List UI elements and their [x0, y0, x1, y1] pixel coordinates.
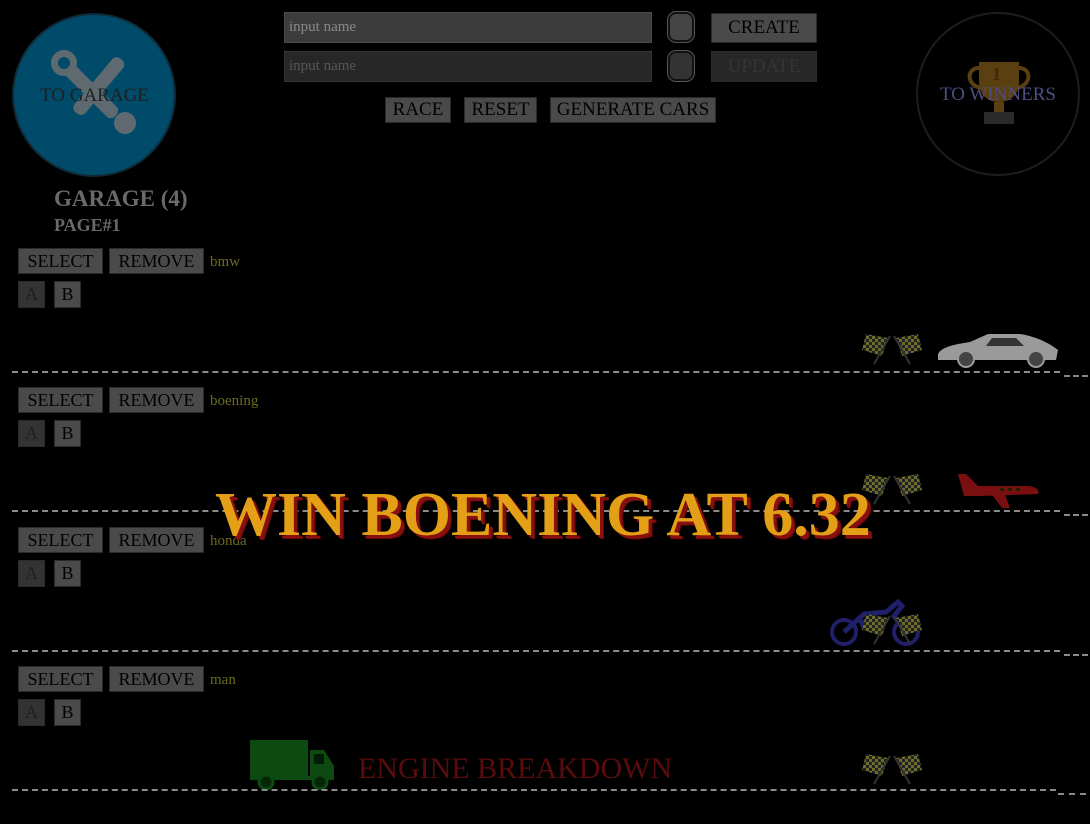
- track-end-marker: [1064, 654, 1088, 656]
- track-line: [12, 650, 1060, 652]
- engine-breakdown-message: ENGINE BREAKDOWN: [358, 752, 673, 785]
- truck-icon: [250, 740, 334, 790]
- to-winners-button[interactable]: 1 TO WINNERS: [916, 12, 1080, 176]
- select-button[interactable]: SELECT: [18, 527, 103, 553]
- to-garage-label: TO GARAGE: [40, 85, 149, 106]
- track-end-marker: [1058, 793, 1086, 795]
- finish-flag-icon: [862, 614, 922, 645]
- stop-engine-button[interactable]: B: [54, 281, 81, 308]
- start-engine-button[interactable]: A: [18, 699, 45, 726]
- stop-engine-button[interactable]: B: [54, 420, 81, 447]
- select-button[interactable]: SELECT: [18, 387, 103, 413]
- start-engine-button[interactable]: A: [18, 560, 45, 587]
- to-winners-label: TO WINNERS: [940, 84, 1056, 105]
- stop-engine-button[interactable]: B: [54, 699, 81, 726]
- remove-button[interactable]: REMOVE: [109, 666, 204, 692]
- winner-banner: WIN BOENING AT 6.32: [215, 481, 871, 549]
- race-button[interactable]: RACE: [385, 97, 451, 123]
- update-name-input[interactable]: [284, 51, 652, 82]
- track-end-marker: [1064, 514, 1088, 516]
- track-end-marker: [1064, 375, 1088, 377]
- create-color-picker[interactable]: [668, 12, 694, 42]
- trophy-number: 1: [992, 64, 1001, 84]
- sports-car-icon: [938, 334, 1058, 368]
- update-color-picker[interactable]: [668, 51, 694, 81]
- start-engine-button[interactable]: A: [18, 420, 45, 447]
- start-engine-button[interactable]: A: [18, 281, 45, 308]
- select-button[interactable]: SELECT: [18, 248, 103, 274]
- page-number: PAGE#1: [54, 215, 121, 235]
- remove-button[interactable]: REMOVE: [109, 387, 204, 413]
- finish-flag-icon: [862, 334, 922, 365]
- remove-button[interactable]: REMOVE: [109, 248, 204, 274]
- remove-button[interactable]: REMOVE: [109, 527, 204, 553]
- car-name: man: [210, 672, 236, 688]
- generate-cars-button[interactable]: GENERATE CARS: [550, 97, 716, 123]
- select-button[interactable]: SELECT: [18, 666, 103, 692]
- airplane-icon: [958, 474, 1039, 508]
- car-name: boening: [210, 393, 259, 409]
- finish-flag-icon: [862, 754, 922, 785]
- stop-engine-button[interactable]: B: [54, 560, 81, 587]
- track-line: [12, 789, 1056, 791]
- create-name-input[interactable]: [284, 12, 652, 43]
- car-name: bmw: [210, 254, 240, 270]
- garage-title: GARAGE (4): [54, 186, 188, 211]
- track-line: [12, 371, 1060, 373]
- create-button[interactable]: CREATE: [711, 13, 817, 43]
- reset-button[interactable]: RESET: [464, 97, 537, 123]
- to-garage-button[interactable]: TO GARAGE: [12, 13, 176, 177]
- update-button[interactable]: UPDATE: [711, 51, 817, 82]
